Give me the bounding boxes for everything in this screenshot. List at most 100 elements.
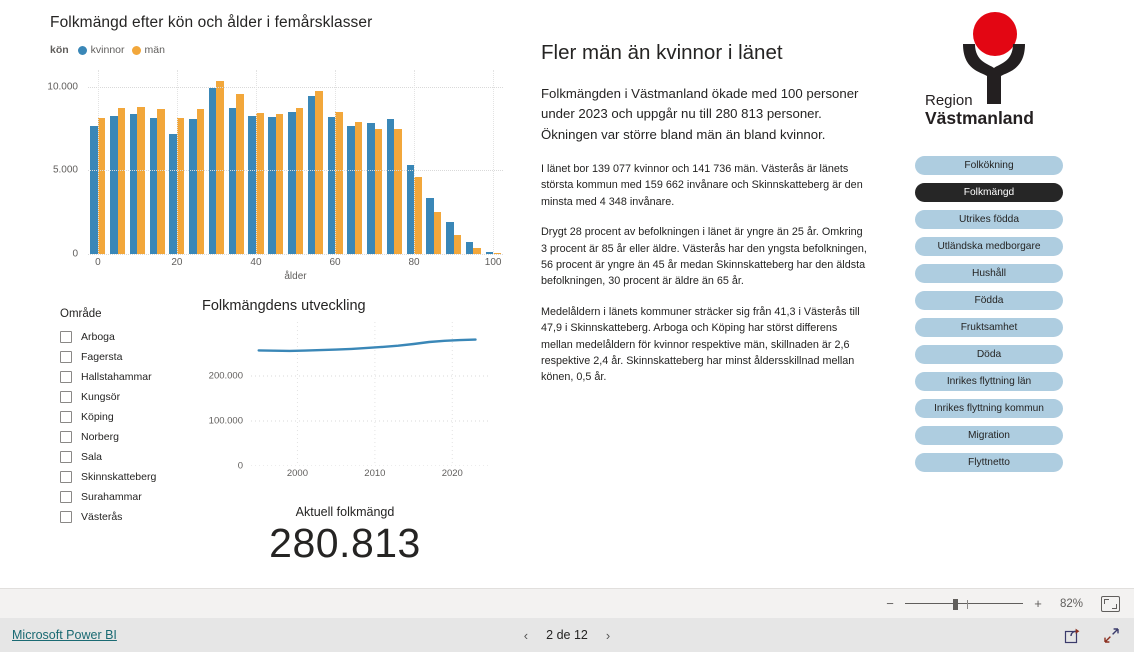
bar-group[interactable]	[424, 70, 444, 254]
checkbox-icon[interactable]	[60, 351, 72, 363]
bar-kvinnor[interactable]	[288, 111, 296, 254]
bar-män[interactable]	[256, 112, 264, 254]
bar-män[interactable]	[97, 117, 106, 254]
bar-män[interactable]	[315, 90, 323, 254]
nav-button-inrikes-flyttning-län[interactable]: Inrikes flyttning län	[915, 372, 1063, 391]
checkbox-icon[interactable]	[60, 471, 72, 483]
page-navigation: ‹ 2 de 12 ›	[524, 628, 610, 643]
bar-män[interactable]	[176, 117, 185, 254]
area-slicer-item[interactable]: Skinnskatteberg	[60, 467, 210, 487]
fullscreen-icon[interactable]	[1103, 627, 1120, 644]
bar-kvinnor[interactable]	[228, 107, 237, 254]
nav-button-migration[interactable]: Migration	[915, 426, 1063, 445]
bar-män[interactable]	[414, 177, 422, 254]
bar-kvinnor[interactable]	[386, 118, 395, 254]
previous-page-button[interactable]: ‹	[524, 628, 528, 643]
bar-group[interactable]	[444, 70, 464, 254]
bar-män[interactable]	[196, 109, 205, 254]
bar-kvinnor[interactable]	[327, 116, 336, 254]
bar-group[interactable]	[187, 70, 207, 254]
bar-kvinnor[interactable]	[446, 222, 454, 254]
bar-kvinnor[interactable]	[268, 116, 276, 254]
bar-group[interactable]	[226, 70, 246, 254]
zoom-in-button[interactable]: +	[1033, 596, 1043, 611]
area-slicer-item[interactable]: Fagersta	[60, 347, 210, 367]
bar-group[interactable]	[147, 70, 167, 254]
nav-button-döda[interactable]: Döda	[915, 345, 1063, 364]
legend-item-kvinnor[interactable]: kvinnor	[77, 44, 125, 56]
nav-button-folkökning[interactable]: Folkökning	[915, 156, 1063, 175]
nav-button-inrikes-flyttning-kommun[interactable]: Inrikes flyttning kommun	[915, 399, 1063, 418]
bar-chart[interactable]: 0 5.000 10.000 0 20 40 60 80 100 ålder	[20, 62, 520, 287]
area-slicer-item[interactable]: Västerås	[60, 507, 210, 527]
bar-män[interactable]	[117, 107, 126, 254]
next-page-button[interactable]: ›	[606, 628, 610, 643]
nav-button-fruktsamhet[interactable]: Fruktsamhet	[915, 318, 1063, 337]
bar-kvinnor[interactable]	[129, 114, 138, 254]
bar-group[interactable]	[108, 70, 128, 254]
bar-kvinnor[interactable]	[347, 126, 355, 254]
nav-button-utrikes-födda[interactable]: Utrikes födda	[915, 210, 1063, 229]
bar-group[interactable]	[365, 70, 385, 254]
legend-item-man[interactable]: män	[131, 44, 165, 56]
checkbox-icon[interactable]	[60, 491, 72, 503]
area-slicer-item[interactable]: Norberg	[60, 427, 210, 447]
bar-män[interactable]	[374, 129, 383, 254]
checkbox-icon[interactable]	[60, 431, 72, 443]
bar-kvinnor[interactable]	[426, 197, 434, 254]
bar-kvinnor[interactable]	[307, 95, 316, 254]
checkbox-icon[interactable]	[60, 411, 72, 423]
bar-kvinnor[interactable]	[367, 122, 375, 254]
zoom-out-button[interactable]: −	[885, 596, 895, 611]
nav-button-folkmängd[interactable]: Folkmängd	[915, 183, 1063, 202]
bar-kvinnor[interactable]	[149, 117, 158, 254]
bar-group[interactable]	[305, 70, 325, 254]
bar-män[interactable]	[157, 109, 165, 254]
area-slicer-item[interactable]: Kungsör	[60, 387, 210, 407]
nav-button-flyttnetto[interactable]: Flyttnetto	[915, 453, 1063, 472]
share-icon[interactable]	[1064, 627, 1081, 644]
bar-group[interactable]	[266, 70, 286, 254]
bar-kvinnor[interactable]	[90, 126, 98, 254]
nav-button-födda[interactable]: Födda	[915, 291, 1063, 310]
line-chart[interactable]: 0 100.000 200.000 2000 2010 2020	[195, 322, 505, 487]
bar-män[interactable]	[137, 106, 145, 254]
area-slicer-item[interactable]: Köping	[60, 407, 210, 427]
bar-män[interactable]	[295, 107, 304, 254]
bar-män[interactable]	[354, 121, 363, 254]
bar-kvinnor[interactable]	[110, 116, 118, 254]
bar-män[interactable]	[216, 80, 224, 254]
bar-kvinnor[interactable]	[169, 133, 177, 254]
power-bi-brand-link[interactable]: Microsoft Power BI	[12, 628, 117, 642]
bar-män[interactable]	[453, 234, 462, 254]
bar-män[interactable]	[236, 94, 244, 254]
bar-group[interactable]	[464, 70, 484, 254]
bar-group[interactable]	[207, 70, 227, 254]
bar-kvinnor[interactable]	[248, 116, 256, 254]
area-slicer-item[interactable]: Sala	[60, 447, 210, 467]
bar-group[interactable]	[286, 70, 306, 254]
bar-group[interactable]	[384, 70, 404, 254]
zoom-slider[interactable]	[905, 598, 1023, 610]
area-slicer-item[interactable]: Surahammar	[60, 487, 210, 507]
checkbox-icon[interactable]	[60, 391, 72, 403]
checkbox-icon[interactable]	[60, 511, 72, 523]
checkbox-icon[interactable]	[60, 371, 72, 383]
checkbox-icon[interactable]	[60, 451, 72, 463]
bar-män[interactable]	[394, 128, 402, 254]
area-slicer-item[interactable]: Hallstahammar	[60, 367, 210, 387]
nav-button-utländska-medborgare[interactable]: Utländska medborgare	[915, 237, 1063, 256]
bar-group[interactable]	[128, 70, 148, 254]
fit-to-page-button[interactable]	[1101, 595, 1120, 612]
bar-kvinnor[interactable]	[406, 165, 415, 254]
bar-kvinnor[interactable]	[189, 118, 197, 254]
checkbox-icon[interactable]	[60, 331, 72, 343]
bar-group[interactable]	[345, 70, 365, 254]
bar-män[interactable]	[335, 111, 343, 254]
area-slicer-item[interactable]: Arboga	[60, 327, 210, 347]
bar-män[interactable]	[275, 114, 284, 254]
zoom-slider-thumb[interactable]	[953, 598, 958, 610]
nav-button-hushåll[interactable]: Hushåll	[915, 264, 1063, 283]
bar-kvinnor[interactable]	[465, 242, 474, 254]
bar-män[interactable]	[433, 212, 442, 254]
